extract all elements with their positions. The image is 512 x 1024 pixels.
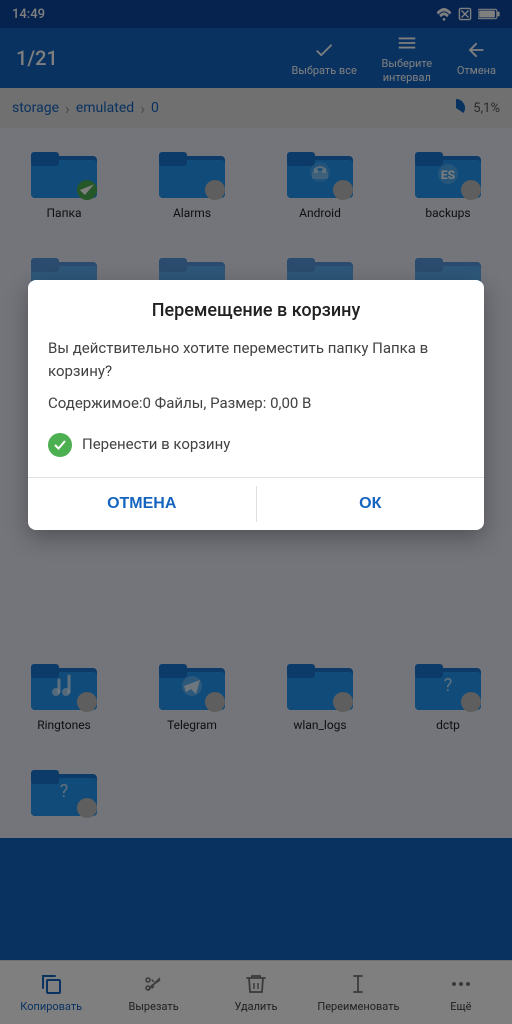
dialog-message-2: Содержимое:0 Файлы, Размер: 0,00 В [48,392,464,415]
dialog-ok-button[interactable]: ОК [257,478,485,530]
dialog-checkbox-row[interactable]: Перенести в корзину [48,425,464,461]
dialog-message-1: Вы действительно хотите переместить папк… [48,337,464,382]
dialog-body: Вы действительно хотите переместить папк… [28,333,484,477]
checkbox-label: Перенести в корзину [82,433,230,456]
dialog-cancel-button[interactable]: Отмена [28,478,256,530]
dialog-buttons: Отмена ОК [28,478,484,530]
checkbox-checked-icon [48,433,72,457]
dialog-title: Перемещение в корзину [28,280,484,333]
trash-dialog: Перемещение в корзину Вы действительно х… [28,280,484,530]
